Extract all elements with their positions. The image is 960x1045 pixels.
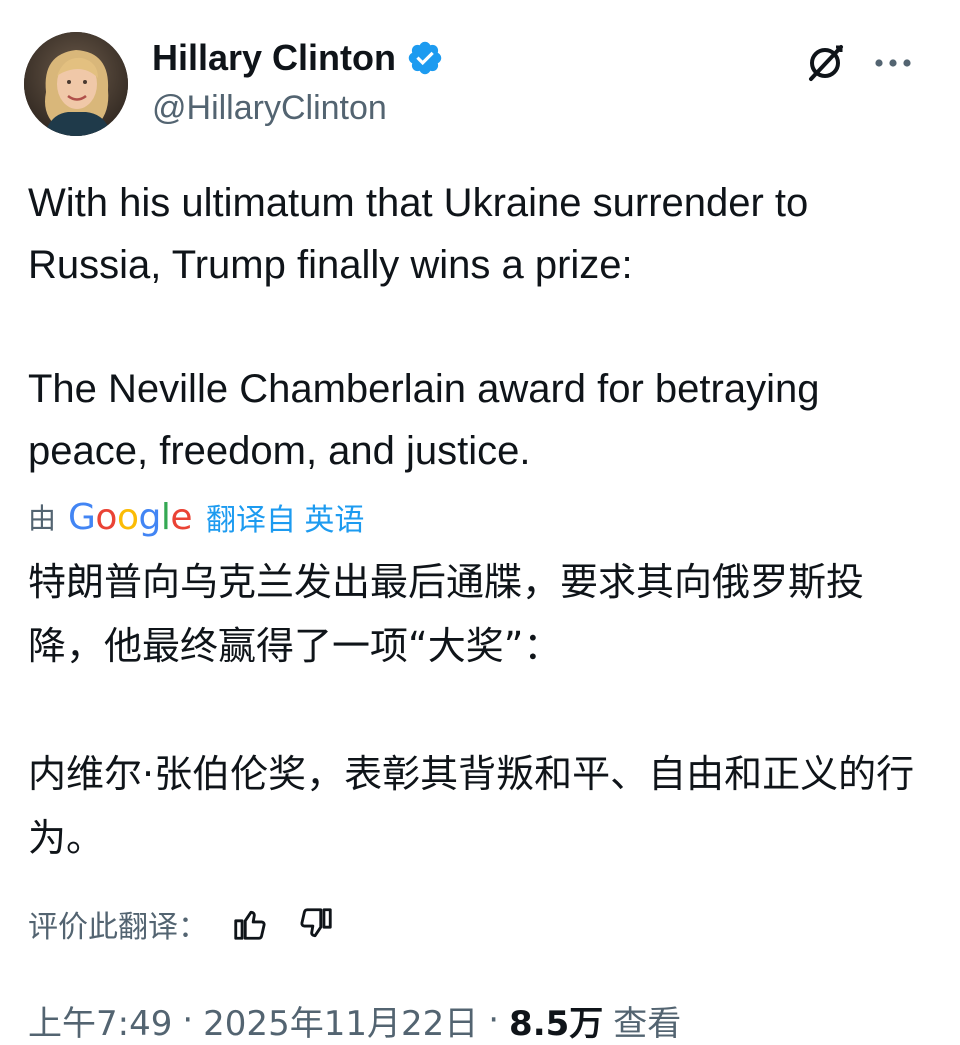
author-name-row: Hillary Clinton — [152, 34, 444, 82]
rate-translation-label: 评价此翻译： — [28, 910, 208, 945]
more-options-button[interactable] — [868, 38, 918, 88]
meta-separator: · — [488, 1000, 500, 1040]
tweet-meta-row: 上午7:49 · 2025年11月22日 · 8.5万 查看 — [28, 996, 681, 1044]
google-logo: Google — [68, 496, 193, 538]
thumbs-down-icon — [300, 908, 332, 938]
author-display-name[interactable]: Hillary Clinton — [152, 34, 396, 82]
thumbs-up-icon — [234, 910, 266, 940]
translated-paragraph: 内维尔·张伯伦奖，表彰其背叛和平、自由和正义的行为。 — [28, 752, 915, 860]
tweet-date[interactable]: 2025年11月22日 — [203, 996, 478, 1045]
thumbs-down-button[interactable] — [292, 900, 340, 948]
translated-from-link[interactable]: 翻译自 英语 — [206, 495, 364, 539]
grok-icon — [809, 45, 843, 81]
translated-text: 特朗普向乌克兰发出最后通牒，要求其向俄罗斯投降，他最终赢得了一项“大奖”： 内维… — [28, 550, 938, 870]
meta-separator: · — [182, 1000, 194, 1040]
grok-button[interactable] — [800, 38, 850, 88]
translation-attribution: 由 Google 翻译自 英语 — [28, 494, 364, 540]
thumbs-up-button[interactable] — [226, 900, 274, 948]
tweet-paragraph: The Neville Chamberlain award for betray… — [28, 367, 820, 473]
translated-paragraph: 特朗普向乌克兰发出最后通牒，要求其向俄罗斯投降，他最终赢得了一项“大奖”： — [28, 560, 865, 668]
author-handle[interactable]: @HillaryClinton — [152, 86, 387, 130]
verified-badge-icon[interactable] — [406, 39, 444, 77]
more-horizontal-icon — [875, 59, 911, 67]
views-label: 查看 — [613, 1003, 682, 1044]
tweet-paragraph: With his ultimatum that Ukraine surrende… — [28, 181, 809, 287]
avatar-image — [24, 32, 128, 136]
tweet-time[interactable]: 上午7:49 — [28, 996, 172, 1045]
views-count: 8.5万 — [509, 1003, 604, 1044]
translated-by-prefix: 由 — [28, 503, 57, 534]
rate-translation-row: 评价此翻译： — [28, 900, 340, 948]
tweet-text: With his ultimatum that Ukraine surrende… — [28, 172, 938, 482]
avatar[interactable] — [24, 32, 128, 136]
